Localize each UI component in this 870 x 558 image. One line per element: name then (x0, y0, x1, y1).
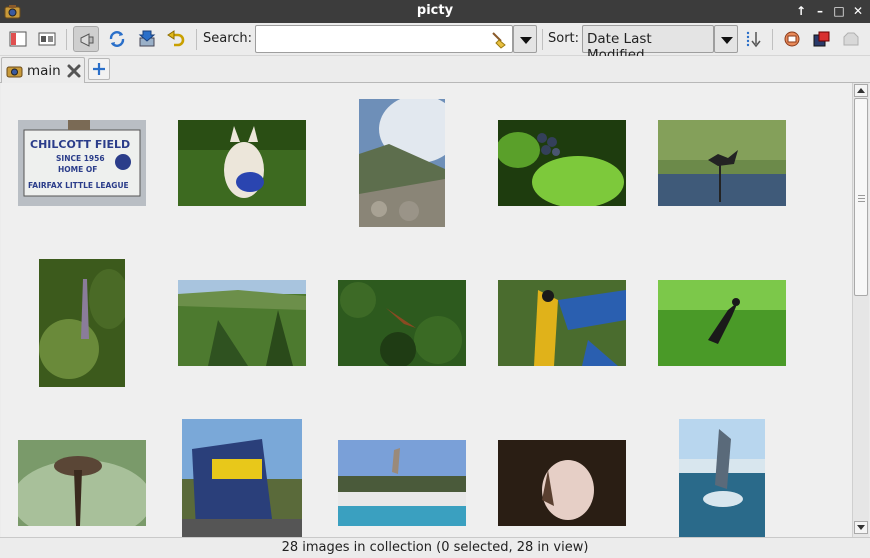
toggle-image-view-button[interactable] (34, 26, 60, 52)
arrow-up-icon (857, 88, 865, 93)
toolbar-separator (196, 29, 197, 50)
image-flamingo-portrait[interactable] (498, 440, 626, 526)
megaphone-icon (80, 33, 94, 47)
image-csx-locomotive[interactable] (182, 419, 302, 537)
svg-text:FAIRFAX LITTLE LEAGUE: FAIRFAX LITTLE LEAGUE (28, 181, 129, 190)
svg-text:SINCE 1956: SINCE 1956 (56, 154, 105, 163)
batch-edit-icon (813, 31, 830, 47)
scroll-down-button[interactable] (854, 521, 868, 534)
select-all-button[interactable] (779, 26, 805, 52)
toggle-tagging-button[interactable] (73, 26, 99, 52)
close-window-button[interactable]: ✕ (849, 2, 867, 20)
toggle-sidebar-button[interactable] (5, 26, 31, 52)
collection-icon (6, 66, 23, 78)
keep-above-button[interactable]: ↑ (792, 2, 810, 20)
plus-icon (93, 63, 105, 75)
image-lotus-seed-pod[interactable] (18, 440, 146, 526)
image-forested-valley[interactable] (178, 280, 306, 366)
chevron-down-icon (520, 37, 532, 44)
window-title: picty (416, 3, 454, 18)
image-chilcott-field-sign[interactable]: CHILCOTT FIELD SINCE 1956 HOME OF FAIRFA… (18, 120, 146, 206)
maximize-button[interactable]: □ (830, 2, 848, 20)
image-browser[interactable]: CHILCOTT FIELD SINCE 1956 HOME OF FAIRFA… (1, 83, 852, 537)
close-tab-icon[interactable] (66, 63, 82, 79)
tab-label: main (27, 63, 61, 79)
scroll-up-button[interactable] (854, 84, 868, 97)
toolbar: Search: Sort: Date Last Modified (0, 23, 870, 63)
search-history-dropdown-button[interactable] (513, 25, 537, 53)
save-arrow-icon (138, 30, 156, 47)
toolbar-separator (772, 29, 773, 50)
save-changes-button[interactable] (134, 26, 160, 52)
batch-edit-button[interactable] (809, 26, 835, 52)
image-bird-in-grass[interactable] (658, 280, 786, 366)
sort-label: Sort: (548, 31, 580, 46)
sort-order-select[interactable]: Date Last Modified (582, 25, 714, 63)
search-input[interactable] (259, 29, 487, 49)
chevron-down-icon (721, 37, 733, 44)
svg-text:CHILCOTT FIELD: CHILCOTT FIELD (30, 138, 130, 151)
image-anhinga-in-marsh[interactable] (658, 120, 786, 206)
reverse-sort-button[interactable] (740, 26, 766, 52)
search-field[interactable] (255, 25, 513, 53)
undo-button[interactable] (163, 26, 189, 52)
grip-line (858, 198, 865, 199)
photo-collection-icon (784, 31, 800, 47)
vertical-scrollbar[interactable] (852, 83, 869, 537)
sort-descending-icon (746, 31, 761, 48)
image-hawk-over-forest[interactable] (338, 280, 466, 366)
grip-line (858, 195, 865, 196)
scrollbar-thumb[interactable] (854, 98, 868, 296)
disabled-action-button[interactable] (838, 26, 864, 52)
refresh-icon (109, 31, 125, 47)
clear-search-broom-icon[interactable] (489, 30, 509, 50)
search-label: Search: (203, 31, 253, 46)
svg-text:HOME OF: HOME OF (58, 165, 97, 174)
image-dog-with-toy[interactable] (178, 120, 306, 206)
tab-main[interactable]: main (1, 57, 85, 83)
status-bar: 28 images in collection (0 selected, 28 … (0, 537, 870, 558)
grip-line (858, 201, 865, 202)
toolbar-separator (542, 29, 543, 50)
arrow-down-icon (857, 525, 865, 530)
image-misty-mountain[interactable] (359, 99, 445, 227)
image-berries-leaves[interactable] (498, 120, 626, 206)
sidebar-icon (9, 31, 27, 47)
image-plant-flower-spike[interactable] (39, 259, 125, 387)
minimize-button[interactable]: – (811, 2, 829, 20)
image-view-icon (38, 32, 56, 46)
title-bar: picty ↑ – □ ✕ (0, 0, 870, 23)
undo-icon (167, 30, 185, 47)
toolbar-separator (66, 29, 67, 50)
add-tab-button[interactable] (88, 58, 110, 80)
tab-bar: main (0, 56, 870, 83)
sort-dropdown-button[interactable] (714, 25, 738, 53)
image-macaw-parrot[interactable] (498, 280, 626, 366)
folder-disabled-icon (843, 32, 859, 46)
reload-button[interactable] (104, 26, 130, 52)
image-dolphin-show[interactable] (338, 440, 466, 526)
image-dolphin-jump[interactable] (679, 419, 765, 537)
